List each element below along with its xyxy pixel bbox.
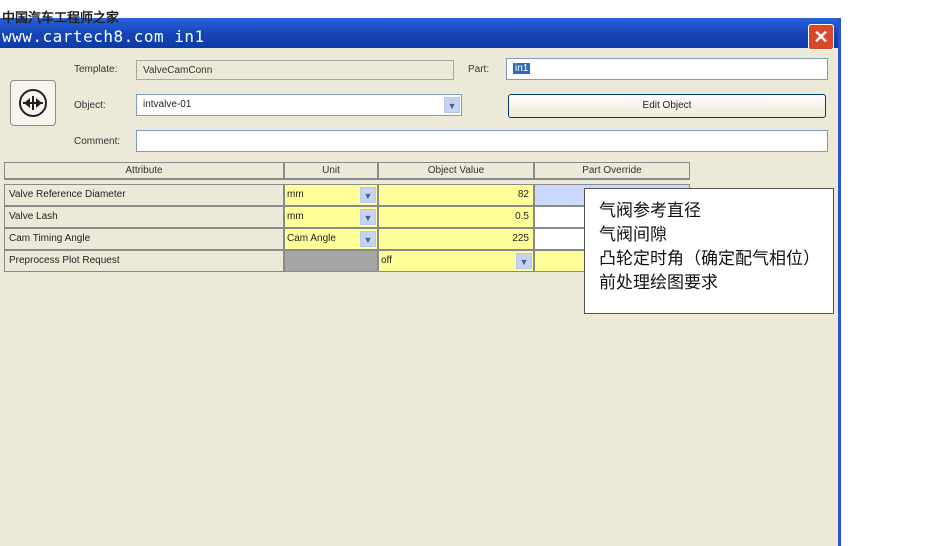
object-type-button[interactable] (10, 80, 56, 126)
chevron-down-icon[interactable]: ▼ (444, 97, 460, 113)
part-label: Part: (468, 64, 490, 75)
object-select[interactable]: intvalve-01 ▼ (136, 94, 462, 116)
chevron-down-icon[interactable]: ▼ (516, 253, 532, 269)
annotation-line: 气阀间隙 (599, 225, 667, 245)
unit-value: mm (287, 211, 304, 222)
attribute-cell: Valve Reference Diameter (4, 184, 284, 206)
annotation-line: 凸轮定时角（确定配气相位） (599, 249, 820, 269)
attribute-cell: Cam Timing Angle (4, 228, 284, 250)
object-value-cell[interactable]: 82 (378, 184, 534, 206)
object-value-cell[interactable]: 225 (378, 228, 534, 250)
annotation-line: 气阀参考直径 (599, 201, 701, 221)
attribute-cell: Preprocess Plot Request (4, 250, 284, 272)
object-value-select[interactable]: off ▼ (378, 250, 534, 272)
column-header-part-override[interactable]: Part Override (534, 162, 690, 180)
attribute-cell: Valve Lash (4, 206, 284, 228)
template-field: ValveCamConn (136, 60, 454, 80)
unit-cell-empty (284, 250, 378, 272)
unit-select[interactable]: Cam Angle ▼ (284, 228, 378, 250)
valve-connection-icon (19, 89, 47, 117)
column-header-attribute[interactable]: Attribute (4, 162, 284, 180)
unit-value: Cam Angle (287, 233, 336, 244)
column-header-unit[interactable]: Unit (284, 162, 378, 180)
comment-input[interactable] (136, 130, 828, 152)
chevron-down-icon[interactable]: ▼ (360, 209, 376, 225)
unit-select[interactable]: mm ▼ (284, 184, 378, 206)
close-button[interactable]: ✕ (808, 24, 834, 50)
chevron-down-icon[interactable]: ▼ (360, 187, 376, 203)
unit-select[interactable]: mm ▼ (284, 206, 378, 228)
chevron-down-icon[interactable]: ▼ (360, 231, 376, 247)
edit-object-button[interactable]: Edit Object (508, 94, 826, 118)
object-value-text: off (381, 255, 392, 266)
object-select-value: intvalve-01 (143, 99, 192, 110)
column-header-object-value[interactable]: Object Value (378, 162, 534, 180)
object-value-cell[interactable]: 0.5 (378, 206, 534, 228)
annotation-box: 气阀参考直径 气阀间隙 凸轮定时角（确定配气相位） 前处理绘图要求 (584, 188, 834, 314)
unit-value: mm (287, 189, 304, 200)
part-value: in1 (513, 63, 531, 74)
comment-label: Comment: (74, 136, 121, 147)
object-label: Object: (74, 100, 106, 111)
watermark-text: 中国汽车工程师之家 (2, 11, 120, 26)
part-input[interactable]: in1 (506, 58, 828, 80)
close-icon: ✕ (813, 27, 829, 47)
window-title: www.cartech8.com in1 (2, 27, 205, 46)
template-label: Template: (74, 64, 118, 75)
annotation-line: 前处理绘图要求 (599, 273, 718, 293)
